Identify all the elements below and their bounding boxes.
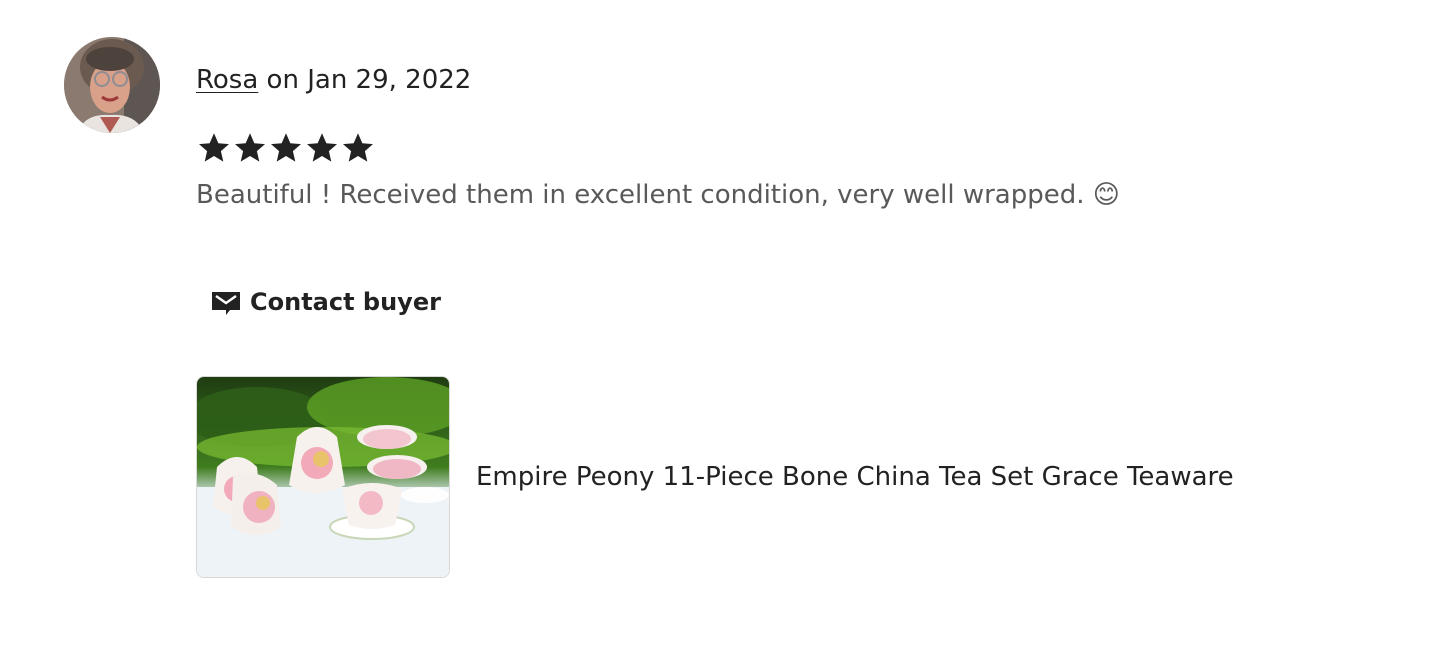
tea-set-photo <box>197 377 449 577</box>
product-link[interactable]: Empire Peony 11-Piece Bone China Tea Set… <box>196 376 1234 578</box>
star-icon <box>235 133 265 162</box>
reviewer-photo <box>64 37 160 133</box>
review-card: Rosa on Jan 29, 2022 Beautiful ! Receive… <box>0 0 1448 658</box>
envelope-icon <box>212 292 240 315</box>
review-meta: Rosa on Jan 29, 2022 <box>196 62 471 98</box>
star-icon <box>343 133 373 162</box>
reviewer-avatar[interactable] <box>64 37 160 133</box>
star-icon <box>271 133 301 162</box>
contact-buyer-button[interactable]: Contact buyer <box>198 280 453 324</box>
product-title[interactable]: Empire Peony 11-Piece Bone China Tea Set… <box>476 462 1234 492</box>
review-text: Beautiful ! Received them in excellent c… <box>196 180 1120 210</box>
star-icon <box>307 133 337 162</box>
star-rating <box>196 130 376 166</box>
reviewer-name-link[interactable]: Rosa <box>196 65 258 95</box>
star-icon <box>199 133 229 162</box>
contact-buyer-label: Contact buyer <box>250 288 441 316</box>
review-date: on Jan 29, 2022 <box>258 65 472 95</box>
product-image[interactable] <box>196 376 450 578</box>
